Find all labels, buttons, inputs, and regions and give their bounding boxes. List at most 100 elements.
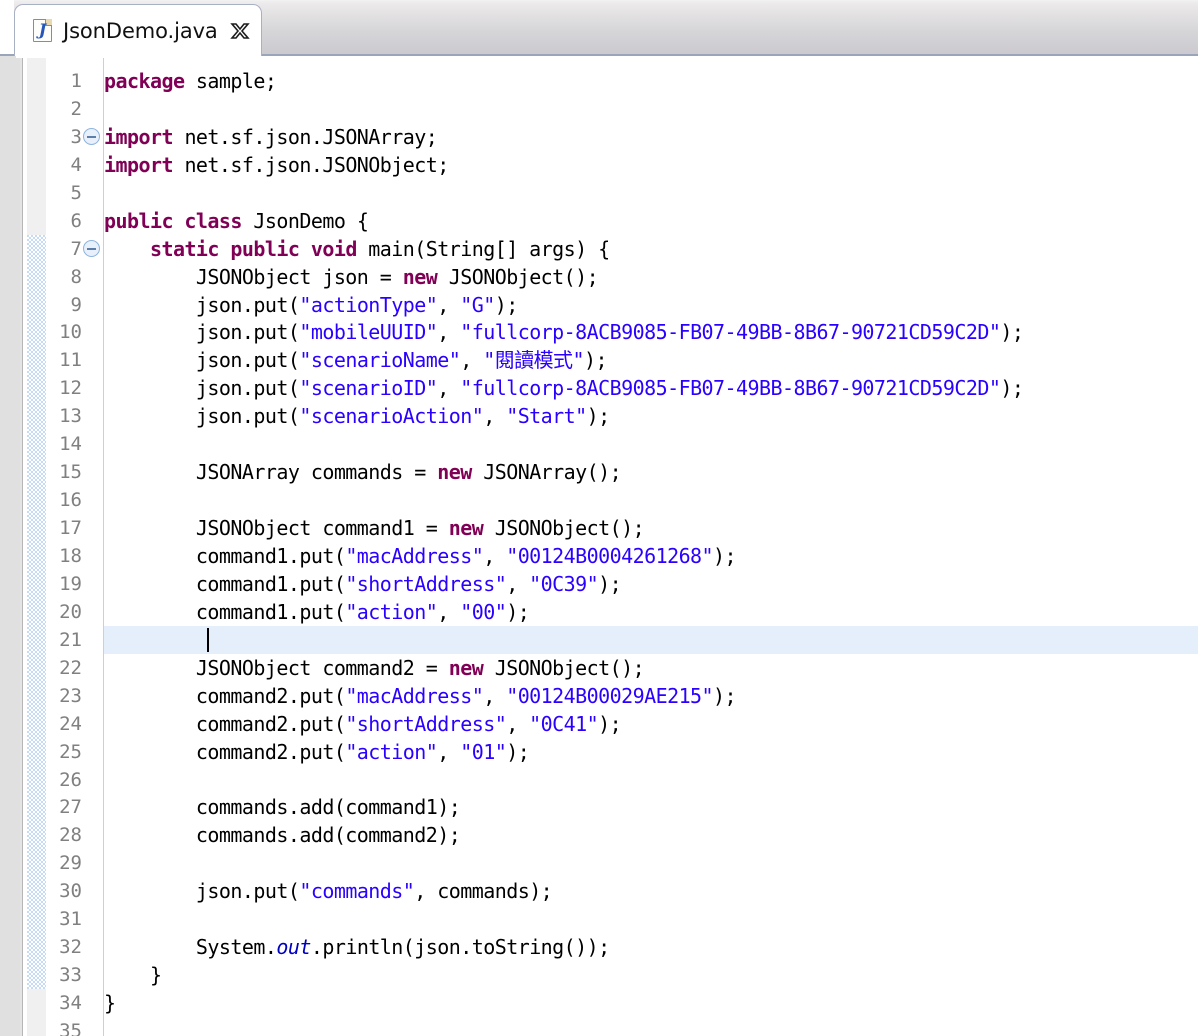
code-token: "fullcorp-8ACB9085-FB07-49BB-8B67-90721C… bbox=[460, 320, 1001, 345]
code-line[interactable]: } bbox=[104, 961, 162, 989]
line-number: 12 bbox=[59, 377, 82, 400]
text-caret bbox=[207, 627, 210, 652]
line-number: 33 bbox=[59, 964, 82, 987]
code-token: JSONObject command2 = bbox=[104, 655, 449, 680]
code-line[interactable]: System.out.println(json.toString()); bbox=[104, 933, 610, 961]
line-number: 26 bbox=[59, 768, 82, 791]
code-token: "scenarioAction" bbox=[299, 404, 484, 429]
line-number: 24 bbox=[59, 712, 82, 735]
code-line[interactable]: command1.put("shortAddress", "0C39"); bbox=[104, 570, 622, 598]
code-token: "macAddress" bbox=[345, 543, 484, 568]
code-token: JSONObject json = bbox=[104, 264, 403, 289]
code-token: new bbox=[437, 460, 472, 485]
code-token: JSONArray commands = bbox=[104, 460, 438, 485]
line-number: 22 bbox=[59, 656, 82, 679]
code-line[interactable]: command2.put("action", "01"); bbox=[104, 738, 530, 766]
code-line[interactable]: command2.put("macAddress", "00124B00029A… bbox=[104, 682, 737, 710]
code-token: json.put( bbox=[104, 320, 300, 345]
code-line[interactable]: JSONObject command1 = new JSONObject(); bbox=[104, 514, 645, 542]
java-icon-letter: J bbox=[38, 20, 47, 39]
annotation-ruler[interactable] bbox=[0, 56, 23, 1036]
line-number: 32 bbox=[59, 936, 82, 959]
code-line[interactable]: commands.add(command1); bbox=[104, 793, 461, 821]
code-token: new bbox=[402, 264, 438, 289]
code-token: command1.put( bbox=[104, 543, 346, 568]
code-token: "shortAddress" bbox=[345, 571, 507, 596]
code-token: ); bbox=[494, 292, 519, 317]
line-number: 3 bbox=[70, 125, 82, 148]
code-token: ); bbox=[598, 711, 622, 736]
code-line[interactable]: } bbox=[104, 989, 116, 1017]
line-number: 23 bbox=[59, 684, 82, 707]
line-number: 20 bbox=[59, 600, 82, 623]
line-number: 1 bbox=[70, 70, 82, 92]
line-number: 2 bbox=[70, 97, 82, 120]
code-token: "mobileUUID" bbox=[299, 320, 438, 345]
code-token: import bbox=[104, 124, 174, 149]
line-number: 17 bbox=[59, 517, 82, 540]
code-token: net.sf.json.JSONObject; bbox=[172, 152, 449, 177]
fold-collapse-icon[interactable] bbox=[83, 127, 100, 145]
code-token: json.put( bbox=[104, 879, 300, 904]
code-token: ); bbox=[713, 543, 737, 568]
code-line[interactable]: JSONArray commands = new JSONArray(); bbox=[104, 458, 622, 486]
code-editor[interactable]: 1 2 3 4 5 6 7 8 9 10 11 12 13 14 15 16 17 18 19 20 21 22 23 24 2… bbox=[0, 56, 1198, 1036]
editor-tab-jsondemo[interactable]: J JsonDemo.java bbox=[14, 4, 262, 58]
code-line[interactable]: json.put("scenarioAction", "Start"); bbox=[104, 402, 610, 430]
fold-collapse-icon[interactable] bbox=[83, 239, 100, 257]
code-token: "01" bbox=[460, 739, 507, 764]
code-line[interactable]: command2.put("shortAddress", "0C41"); bbox=[104, 710, 622, 738]
code-token: System. bbox=[104, 935, 277, 960]
code-token: , bbox=[437, 292, 461, 317]
code-line[interactable]: json.put("scenarioID", "fullcorp-8ACB908… bbox=[104, 374, 1024, 402]
code-line[interactable]: import net.sf.json.JSONArray; bbox=[104, 123, 438, 151]
code-line[interactable]: import net.sf.json.JSONObject; bbox=[104, 151, 449, 179]
line-number: 10 bbox=[59, 321, 82, 344]
line-number: 29 bbox=[59, 852, 82, 875]
line-number: 6 bbox=[70, 209, 82, 232]
code-text-area[interactable]: package sample; import net.sf.json.JSONAr… bbox=[104, 56, 1198, 1036]
code-token: , bbox=[506, 571, 530, 596]
line-number: 5 bbox=[70, 181, 82, 204]
line-number: 35 bbox=[59, 1019, 82, 1036]
code-token: , bbox=[437, 320, 461, 345]
close-icon[interactable] bbox=[229, 20, 251, 42]
code-line[interactable]: command1.put("action", "00"); bbox=[104, 598, 530, 626]
code-line[interactable]: json.put("commands", commands); bbox=[104, 877, 553, 905]
code-line[interactable]: json.put("mobileUUID", "fullcorp-8ACB908… bbox=[104, 318, 1024, 346]
annotation-ruler-track bbox=[0, 56, 20, 1036]
code-token: static public void bbox=[149, 236, 357, 261]
code-token: "G" bbox=[460, 292, 495, 317]
code-token: command2.put( bbox=[104, 683, 346, 708]
code-token: "actionType" bbox=[299, 292, 438, 317]
code-token: "scenarioName" bbox=[299, 348, 461, 373]
code-token: command1.put( bbox=[104, 599, 346, 624]
code-token: ); bbox=[1000, 320, 1024, 345]
code-line[interactable]: json.put("actionType", "G"); bbox=[104, 291, 518, 319]
code-token: JSONObject(); bbox=[483, 516, 645, 541]
code-line[interactable]: command1.put("macAddress", "00124B000426… bbox=[104, 542, 737, 570]
code-line[interactable]: json.put("scenarioName", "閱讀模式"); bbox=[104, 346, 608, 374]
code-line[interactable]: package sample; bbox=[104, 67, 277, 95]
code-token: json.put( bbox=[104, 376, 300, 401]
code-line[interactable]: JSONObject json = new JSONObject(); bbox=[104, 263, 599, 291]
tab-strip-left-cap bbox=[0, 0, 14, 56]
eclipse-java-editor-window: J JsonDemo.java 1 2 3 4 5 6 7 8 9 10 11 12 13 14 15 16 1… bbox=[0, 0, 1198, 1036]
code-token: ); bbox=[506, 739, 530, 764]
code-token: sample; bbox=[184, 69, 277, 93]
code-token: , bbox=[483, 404, 507, 429]
code-token: JSONObject(); bbox=[437, 264, 599, 289]
code-line[interactable]: commands.add(command2); bbox=[104, 821, 461, 849]
code-token: commands.add(command2); bbox=[104, 823, 461, 848]
code-line[interactable]: JSONObject command2 = new JSONObject(); bbox=[104, 654, 645, 682]
code-token: , commands); bbox=[414, 879, 553, 904]
line-number: 30 bbox=[59, 880, 82, 903]
code-line[interactable]: static public void main(String[] args) { bbox=[104, 235, 610, 263]
folding-ruler[interactable] bbox=[82, 56, 104, 1036]
code-line[interactable]: public class JsonDemo { bbox=[104, 207, 369, 235]
code-token: "fullcorp-8ACB9085-FB07-49BB-8B67-90721C… bbox=[460, 376, 1001, 401]
code-token: out bbox=[276, 935, 311, 960]
code-token: , bbox=[437, 599, 461, 624]
line-number: 28 bbox=[59, 824, 82, 847]
code-token: ); bbox=[586, 404, 611, 429]
